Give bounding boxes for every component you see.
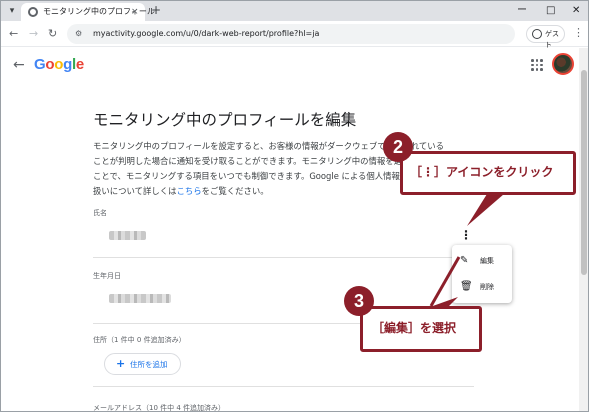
edit-label: 編集 bbox=[480, 257, 494, 265]
tab-strip: ▾ モニタリング中のプロフィール × + ー □ ✕ bbox=[1, 1, 588, 21]
logo-letter: e bbox=[75, 56, 84, 73]
logo-letter: o bbox=[54, 56, 64, 73]
forward-icon[interactable]: → bbox=[29, 27, 38, 41]
logo-letter: o bbox=[45, 56, 55, 73]
logo-letter: G bbox=[34, 56, 46, 73]
tab-active[interactable]: モニタリング中のプロフィール × bbox=[21, 3, 155, 21]
logo-letter: g bbox=[63, 56, 72, 73]
browser-window: ▾ モニタリング中のプロフィール × + ー □ ✕ ← → ↻ ⚙ myact… bbox=[0, 0, 589, 412]
tab-search-icon[interactable]: ▾ bbox=[5, 5, 19, 17]
plus-icon: + bbox=[116, 357, 126, 370]
url-text[interactable]: myactivity.google.com/u/0/dark-web-repor… bbox=[93, 28, 319, 40]
browser-toolbar: ← → ↻ ⚙ myactivity.google.com/u/0/dark-w… bbox=[1, 21, 588, 49]
step2-callout: ［⋮］アイコンをクリック bbox=[400, 151, 576, 195]
guest-profile-button[interactable]: ゲスト bbox=[526, 25, 565, 49]
step2-text: ［⋮］アイコンをクリック bbox=[410, 165, 554, 179]
details-link[interactable]: こちら bbox=[177, 186, 202, 196]
address-bar[interactable]: ⚙ myactivity.google.com/u/0/dark-web-rep… bbox=[67, 24, 515, 44]
divider bbox=[93, 386, 474, 387]
globe-icon bbox=[28, 7, 38, 17]
address-label: 住所（1 件中 0 件追加済み） bbox=[93, 336, 186, 344]
minimize-icon[interactable]: ー bbox=[517, 4, 527, 17]
new-tab-button[interactable]: + bbox=[151, 4, 161, 17]
tab-close-icon[interactable]: × bbox=[131, 6, 139, 18]
step3-badge: 3 bbox=[344, 286, 374, 316]
divider bbox=[93, 257, 474, 258]
page-content: ← Google モニタリング中のプロフィールを編集 モニタリング中のプロフィー… bbox=[1, 48, 579, 412]
page-scrollbar[interactable] bbox=[579, 48, 588, 411]
apps-grid-icon[interactable] bbox=[531, 59, 543, 71]
close-window-icon[interactable]: ✕ bbox=[572, 4, 580, 17]
google-logo[interactable]: Google bbox=[34, 56, 84, 74]
add-address-label: 住所を追加 bbox=[130, 360, 168, 369]
maximize-icon[interactable]: □ bbox=[546, 4, 555, 17]
step3-callout: ［編集］を選択 bbox=[360, 306, 482, 352]
person-icon bbox=[532, 29, 542, 39]
reload-icon[interactable]: ↻ bbox=[48, 27, 57, 41]
menu-item-edit[interactable]: ✎ 編集 bbox=[452, 248, 512, 274]
account-avatar[interactable] bbox=[552, 53, 574, 75]
trash-icon: 🗑 bbox=[460, 281, 473, 292]
back-icon[interactable]: ← bbox=[9, 27, 18, 41]
email-label: メールアドレス（10 件中 4 件追加済み） bbox=[93, 404, 226, 412]
page-title: モニタリング中のプロフィールを編集 bbox=[93, 111, 357, 129]
delete-label: 削除 bbox=[480, 283, 494, 291]
step2-badge: 2 bbox=[383, 132, 413, 162]
name-value-redacted bbox=[109, 231, 146, 240]
site-info-icon[interactable]: ⚙ bbox=[75, 28, 86, 39]
browser-menu-icon[interactable]: ⋮ bbox=[573, 26, 584, 40]
pencil-icon: ✎ bbox=[460, 255, 469, 266]
add-address-button[interactable]: + 住所を追加 bbox=[104, 353, 181, 375]
scrollbar-thumb[interactable] bbox=[581, 70, 587, 275]
back-arrow-icon[interactable]: ← bbox=[13, 57, 25, 73]
birthday-label: 生年月日 bbox=[93, 272, 121, 280]
context-menu: ✎ 編集 🗑 削除 bbox=[452, 245, 512, 303]
more-options-icon[interactable]: ⋮ bbox=[460, 228, 472, 242]
name-label: 氏名 bbox=[93, 209, 107, 217]
menu-item-delete[interactable]: 🗑 削除 bbox=[452, 274, 512, 300]
step3-text: ［編集］を選択 bbox=[372, 321, 457, 335]
birthday-value-redacted bbox=[109, 294, 171, 303]
